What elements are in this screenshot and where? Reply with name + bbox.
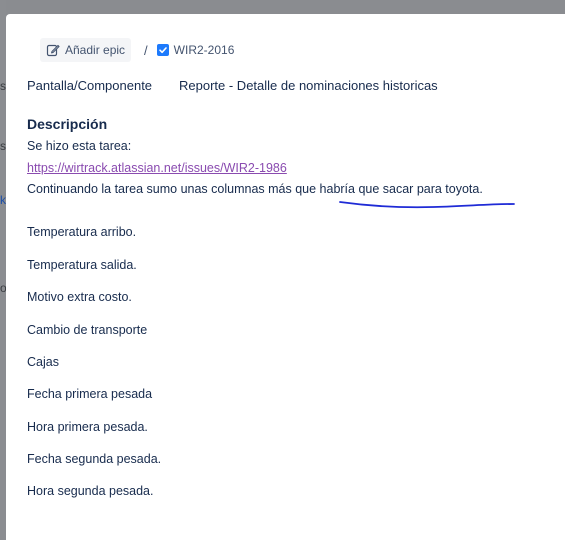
component-field-label: Pantalla/Componente: [27, 78, 153, 93]
issue-breadcrumb: Añadir epic / WIR2-2016: [40, 38, 234, 62]
component-field-value[interactable]: Reporte - Detalle de nominaciones histor…: [179, 78, 438, 93]
handwritten-underline: [339, 201, 515, 209]
task-checkbox-icon: [156, 44, 169, 56]
list-item: Cajas: [27, 355, 59, 369]
breadcrumb-separator: /: [144, 42, 148, 58]
list-item: Motivo extra costo.: [27, 290, 132, 304]
list-item: Hora segunda pesada.: [27, 484, 154, 498]
related-issue-link[interactable]: https://wirtrack.atlassian.net/issues/WI…: [27, 161, 287, 175]
list-item: Temperatura salida.: [27, 258, 137, 272]
add-epic-button[interactable]: Añadir epic: [40, 38, 132, 62]
list-item: Hora primera pesada.: [27, 420, 148, 434]
description-link-line: https://wirtrack.atlassian.net/issues/WI…: [27, 161, 287, 175]
component-field: Pantalla/Componente Reporte - Detalle de…: [27, 78, 438, 93]
list-item: Cambio de transporte: [27, 323, 148, 337]
edit-icon: [46, 43, 60, 57]
issue-key: WIR2-2016: [173, 43, 235, 57]
issue-modal: Añadir epic / WIR2-2016 Pantalla/Compone…: [6, 14, 565, 540]
description-note: Continuando la tarea sumo unas columnas …: [27, 182, 483, 196]
list-item: Fecha segunda pesada.: [27, 452, 162, 466]
list-item: Temperatura arribo.: [27, 225, 137, 239]
description-heading: Descripción: [27, 116, 108, 132]
description-intro: Se hizo esta tarea:: [27, 139, 132, 153]
list-item: Fecha primera pesada: [27, 387, 153, 401]
add-epic-label: Añadir epic: [65, 43, 126, 57]
issue-key-link[interactable]: WIR2-2016: [156, 43, 235, 57]
